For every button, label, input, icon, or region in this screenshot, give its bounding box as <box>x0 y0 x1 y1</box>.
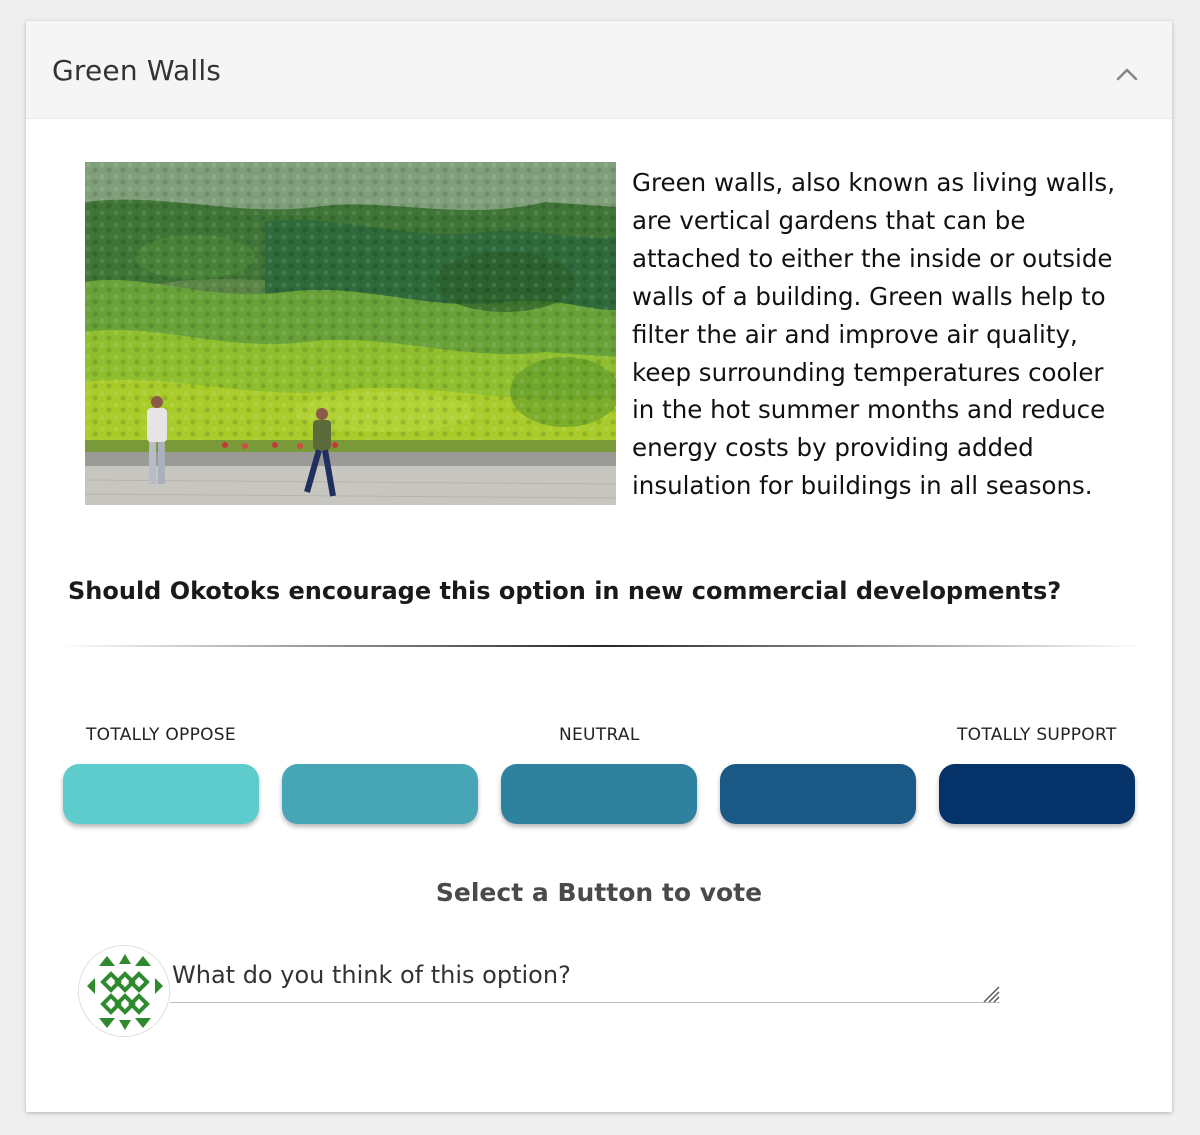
card-header[interactable]: Green Walls <box>26 21 1172 119</box>
vote-button-neutral[interactable] <box>501 764 697 824</box>
divider <box>58 645 1144 647</box>
resize-handle-icon[interactable] <box>978 983 1000 1003</box>
comment-input[interactable] <box>170 955 1000 1003</box>
vote-button-totally-oppose[interactable] <box>63 764 259 824</box>
pattern-avatar-icon <box>79 946 169 1036</box>
scale-label-oppose: TOTALLY OPPOSE <box>86 725 236 745</box>
vote-button-support[interactable] <box>720 764 916 824</box>
option-description: Green walls, also known as living walls,… <box>632 168 1115 501</box>
collapse-button[interactable] <box>1110 57 1144 91</box>
vote-button-totally-support[interactable] <box>939 764 1135 824</box>
poll-card: Green Walls Green walls, also known as l… <box>26 21 1172 1112</box>
green-wall-image <box>85 162 616 505</box>
vote-button-oppose[interactable] <box>282 764 478 824</box>
scale-label-neutral: NEUTRAL <box>559 725 640 745</box>
chevron-up-icon <box>1116 68 1138 81</box>
scale-label-support: TOTALLY SUPPORT <box>957 725 1117 745</box>
user-avatar <box>78 945 170 1037</box>
poll-question: Should Okotoks encourage this option in … <box>68 577 1062 605</box>
vote-instruction: Select a Button to vote <box>435 878 763 907</box>
card-title: Green Walls <box>52 54 222 87</box>
